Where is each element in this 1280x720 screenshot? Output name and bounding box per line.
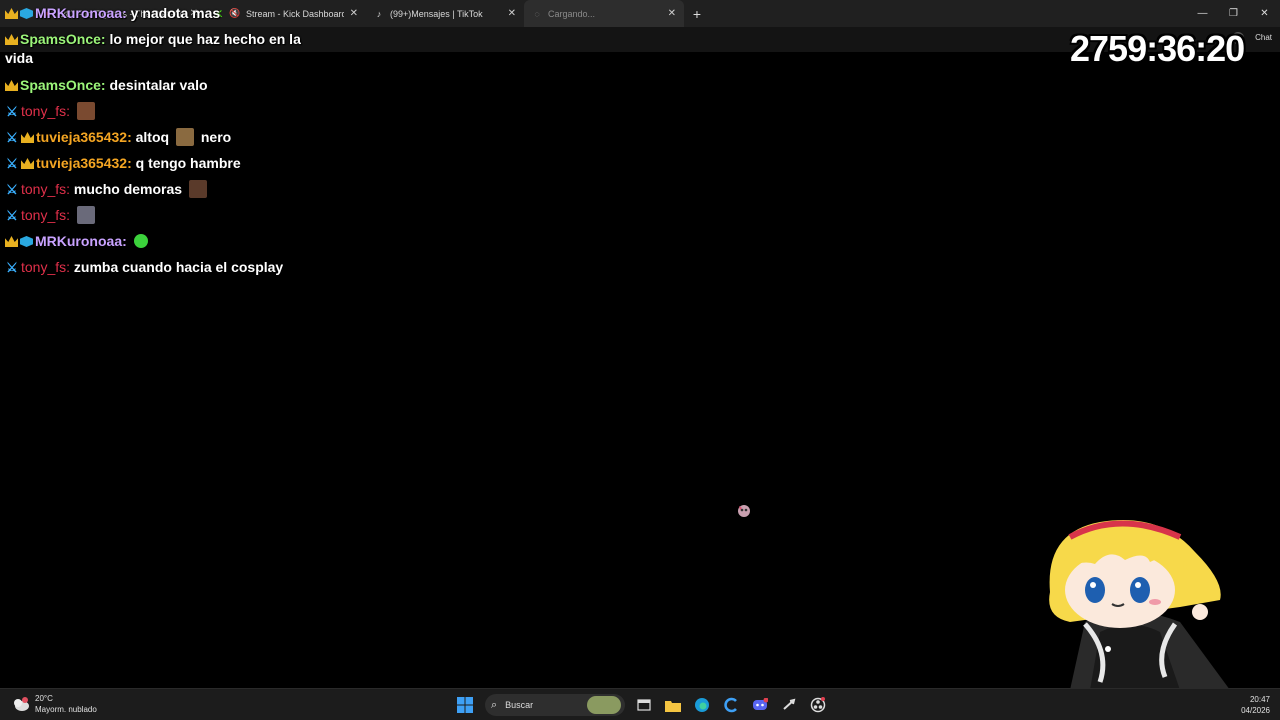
emote-icon — [76, 102, 95, 120]
minimize-icon[interactable]: — — [1187, 0, 1218, 27]
tab-label: (99+)Mensajes | TikTok — [390, 8, 483, 19]
tab-loading[interactable]: ◌ Cargando... ✕ — [524, 0, 684, 27]
chat-message: ⚔ tuvieja365432: altoq nero — [5, 128, 231, 147]
obs-button[interactable] — [805, 692, 831, 718]
folder-icon — [665, 700, 681, 712]
chat-text: zumba cuando hacia el cosplay — [73, 259, 284, 275]
weather-temp: 20°C — [35, 694, 53, 703]
close-icon[interactable]: ✕ — [350, 8, 358, 19]
chat-username: tony_fs: — [21, 103, 71, 119]
edge-button[interactable] — [689, 692, 715, 718]
search-label: Buscar — [505, 700, 534, 710]
discord-button[interactable] — [747, 692, 773, 718]
chat-button[interactable]: Chat — [1255, 33, 1272, 42]
taskbar-search[interactable]: ⌕ Buscar — [485, 694, 625, 716]
chat-username: tuvieja365432: — [36, 129, 132, 145]
weather-desc: Mayorm. nublado — [35, 705, 97, 714]
chat-username: tony_fs: — [21, 207, 71, 223]
restore-icon[interactable]: ❐ — [1218, 0, 1249, 27]
close-icon[interactable]: ✕ — [668, 8, 676, 19]
search-highlight-icon — [587, 696, 621, 714]
chat-message: MRKuronoaa: — [5, 232, 151, 251]
ccleaner-button[interactable] — [718, 692, 744, 718]
chat-username: SpamsOnce: — [20, 31, 106, 47]
edge-icon — [695, 698, 709, 712]
chat-message: SpamsOnce: lo mejor que haz hecho en la … — [5, 30, 305, 68]
crown-icon — [5, 80, 18, 91]
chat-username: tuvieja365432: — [36, 155, 132, 171]
obs-icon — [810, 697, 826, 713]
chat-message: ⚔ tuvieja365432: q tengo hambre — [5, 154, 241, 173]
taskbar: 20°C Mayorm. nublado ⌕ Buscar 20:47 04/2… — [0, 688, 1280, 720]
chat-message: ⚔ tony_fs: — [5, 102, 98, 121]
chat-username: MRKuronoaa: — [35, 5, 127, 21]
emote-icon — [133, 234, 148, 248]
tab-tiktok[interactable]: ♪ (99+)Mensajes | TikTok ✕ — [366, 0, 524, 27]
windows-icon — [457, 697, 473, 713]
chat-message: ⚔ tony_fs: — [5, 206, 98, 225]
new-tab-button[interactable]: + — [684, 0, 710, 27]
sword-icon: ⚔ — [6, 182, 18, 197]
chat-text: altoq — [135, 129, 170, 145]
cloud-icon — [14, 697, 29, 711]
cube-icon — [20, 8, 33, 19]
taskbar-clock[interactable]: 20:47 04/2026 — [1241, 694, 1270, 716]
task-view-button[interactable] — [631, 692, 657, 718]
tab-label: Stream - Kick Dashboard — [246, 8, 344, 19]
start-button[interactable] — [452, 692, 478, 718]
crown-icon — [5, 34, 18, 45]
stream-timer: 2759:36:20 — [1070, 28, 1245, 69]
crown-icon — [21, 158, 34, 169]
task-view-icon — [637, 699, 651, 711]
search-icon: ⌕ — [491, 698, 498, 711]
mascot-character — [1049, 520, 1230, 690]
clock-time: 20:47 — [1249, 695, 1270, 704]
loading-icon: ◌ — [534, 8, 540, 19]
close-icon[interactable]: ✕ — [508, 8, 516, 19]
emote-icon — [175, 128, 194, 146]
chat-text: q tengo hambre — [135, 155, 241, 171]
crown-icon — [21, 132, 34, 143]
clock-date: 04/2026 — [1241, 706, 1270, 715]
chat-username: SpamsOnce: — [20, 77, 106, 93]
tiktok-icon: ♪ — [376, 8, 382, 19]
sword-icon: ⚔ — [6, 104, 18, 119]
chat-text: desintalar valo — [109, 77, 208, 93]
sword-icon: ⚔ — [6, 156, 18, 171]
file-explorer-button[interactable] — [660, 692, 686, 718]
close-window-icon[interactable]: ✕ — [1249, 0, 1280, 27]
steam-button[interactable] — [776, 692, 802, 718]
cube-icon — [20, 236, 33, 247]
crown-icon — [5, 236, 18, 247]
chat-text: mucho demoras — [73, 181, 183, 197]
c-app-icon — [724, 697, 737, 713]
sword-icon: ⚔ — [6, 208, 18, 223]
sprite-icon — [738, 505, 750, 517]
discord-icon — [753, 698, 768, 710]
chat-text-2: nero — [200, 129, 232, 145]
weather-widget[interactable]: 20°C Mayorm. nublado — [12, 693, 97, 715]
chat-message: MRKuronoaa: y nadota mas — [5, 4, 220, 23]
chat-message: ⚔ tony_fs: zumba cuando hacia el cosplay — [5, 258, 283, 277]
chat-message: ⚔ tony_fs: mucho demoras — [5, 180, 210, 199]
tab-kick-dashboard[interactable]: K 🔇 Stream - Kick Dashboard ✕ — [206, 0, 366, 27]
emote-icon — [188, 180, 207, 198]
chat-text: y nadota mas — [130, 5, 221, 21]
steam-icon — [783, 698, 796, 710]
chat-username: tony_fs: — [21, 259, 71, 275]
chat-username: tony_fs: — [21, 181, 71, 197]
sword-icon: ⚔ — [6, 260, 18, 275]
chat-message: SpamsOnce: desintalar valo — [5, 76, 208, 95]
chat-username: MRKuronoaa: — [35, 233, 127, 249]
tab-label: Cargando... — [548, 8, 596, 19]
emote-icon — [76, 206, 95, 224]
window-controls: — ❐ ✕ — [1187, 0, 1280, 27]
crown-icon — [5, 8, 18, 19]
taskbar-apps: ⌕ Buscar — [452, 692, 834, 718]
sword-icon: ⚔ — [6, 130, 18, 145]
muted-speaker-icon[interactable]: 🔇 — [229, 8, 240, 19]
